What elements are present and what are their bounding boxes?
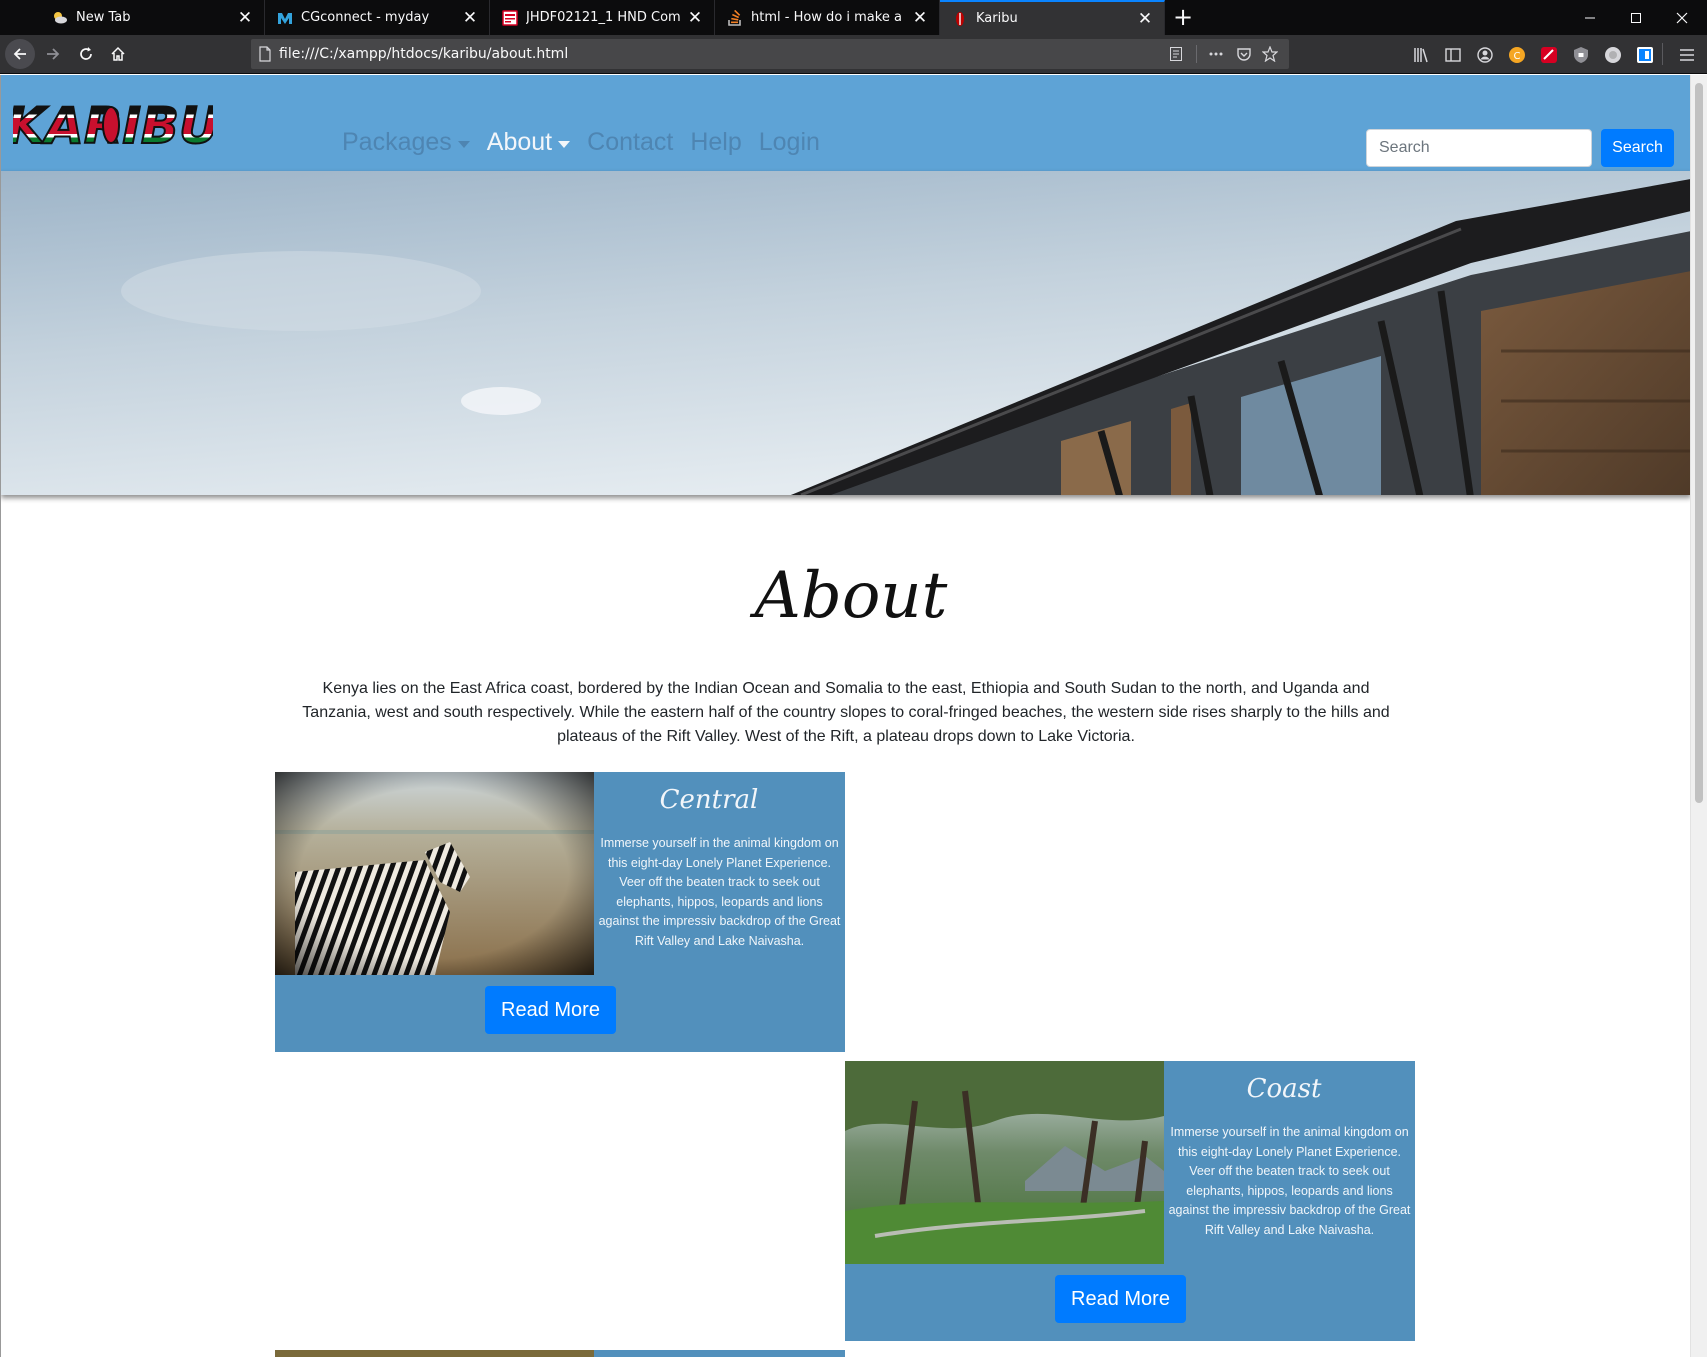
forward-arrow-icon	[47, 48, 60, 60]
maximize-icon	[1631, 12, 1641, 23]
extension-red-icon[interactable]	[1540, 46, 1558, 64]
tab-label: html - How do i make a link wh	[751, 10, 905, 25]
extension-grey-icon[interactable]	[1604, 46, 1622, 64]
menu-hamburger-icon[interactable]	[1678, 46, 1696, 64]
svg-text:Coast: Coast	[1247, 1074, 1322, 1104]
read-more-button[interactable]: Read More	[1055, 1275, 1186, 1323]
card-title: Coast	[1247, 1074, 1322, 1104]
browser-tab-stackoverflow[interactable]: html - How do i make a link wh ✕	[715, 0, 940, 35]
stackoverflow-favicon	[728, 9, 741, 26]
region-card-central: Central Immerse yourself in the animal k…	[275, 772, 845, 1052]
acacia-forest-photo	[845, 1061, 1164, 1264]
maasai-shield-icon	[102, 106, 120, 144]
minimize-button[interactable]	[1567, 0, 1613, 35]
search-button[interactable]: Search	[1601, 129, 1674, 167]
card-title: Central	[660, 785, 759, 815]
browser-tab-new-tab[interactable]: New Tab ✕	[40, 0, 265, 35]
browser-tab-cgconnect[interactable]: CGconnect - myday ✕	[265, 0, 490, 35]
menu-packages[interactable]: Packages	[342, 128, 470, 157]
extension-blue-icon[interactable]	[1636, 46, 1654, 64]
maximize-button[interactable]	[1613, 0, 1659, 35]
close-icon[interactable]: ✕	[236, 9, 254, 27]
new-tab-button[interactable]: +	[1170, 4, 1196, 30]
url-bar[interactable]: file:///C:/xampp/htdocs/karibu/about.htm…	[251, 39, 1289, 69]
browser-navigation-bar: file:///C:/xampp/htdocs/karibu/about.htm…	[0, 35, 1707, 74]
svg-text:C: C	[1514, 51, 1521, 62]
forward-button[interactable]	[38, 39, 68, 69]
region-card-partial	[275, 1350, 845, 1357]
toolbar-divider	[1662, 43, 1663, 65]
close-icon	[1676, 12, 1688, 23]
svg-text:About: About	[750, 559, 948, 633]
library-icon[interactable]	[1412, 46, 1430, 64]
page-actions-icon[interactable]	[1208, 46, 1224, 62]
search-input[interactable]	[1366, 129, 1592, 167]
menu-login[interactable]: Login	[759, 128, 820, 157]
zebra-photo	[275, 772, 594, 975]
dropdown-caret-icon	[558, 140, 571, 148]
account-icon[interactable]	[1476, 46, 1494, 64]
back-arrow-icon	[13, 48, 26, 60]
hero-image	[1, 171, 1690, 495]
tab-label: JHDF02121_1 HND Computing	[526, 10, 680, 25]
url-text: file:///C:/xampp/htdocs/karibu/about.htm…	[279, 46, 569, 62]
close-icon[interactable]: ✕	[1136, 10, 1154, 28]
karibu-favicon	[956, 11, 964, 26]
cgconnect-favicon	[278, 12, 292, 24]
menu-contact[interactable]: Contact	[587, 128, 673, 157]
tab-label: New Tab	[76, 10, 131, 25]
home-icon	[111, 46, 125, 61]
about-intro-text: Kenya lies on the East Africa coast, bor…	[302, 680, 1390, 745]
new-tab-favicon	[54, 11, 67, 23]
reader-view-icon[interactable]	[1168, 46, 1184, 62]
window-close-button[interactable]	[1659, 0, 1705, 35]
main-menu: Packages About Contact Help Login	[342, 128, 820, 157]
home-button[interactable]	[103, 39, 133, 69]
menu-about[interactable]: About	[487, 128, 571, 157]
page-scrollbar[interactable]	[1690, 75, 1707, 1357]
back-button[interactable]	[5, 39, 35, 69]
close-icon[interactable]: ✕	[461, 9, 479, 27]
about-heading: About	[750, 559, 948, 633]
dropdown-caret-icon	[457, 140, 470, 148]
shield-icon[interactable]	[1572, 46, 1590, 64]
reload-button[interactable]	[71, 39, 101, 69]
tab-label: Karibu	[976, 11, 1018, 26]
browser-tab-karibu[interactable]: Karibu ✕	[940, 0, 1165, 35]
urlbar-divider	[1196, 45, 1197, 63]
reload-icon	[80, 47, 92, 60]
page-viewport: KARIBU Packages About Contact Help Login…	[0, 75, 1690, 1357]
browser-tab-bar: New Tab ✕ CGconnect - myday ✕ JHDF02121_…	[0, 0, 1707, 35]
bookmark-star-icon[interactable]	[1262, 46, 1278, 62]
card-photo-partial	[275, 1350, 594, 1357]
page-icon	[259, 46, 271, 62]
sidebar-icon[interactable]	[1444, 46, 1462, 64]
pdf-favicon	[502, 9, 518, 26]
tab-label: CGconnect - myday	[301, 10, 430, 25]
karibu-logo[interactable]: KARIBU	[13, 95, 213, 151]
pocket-icon[interactable]	[1236, 46, 1252, 62]
svg-text:Central: Central	[660, 785, 759, 815]
region-card-coast: Coast Immerse yourself in the animal kin…	[845, 1061, 1415, 1341]
close-icon[interactable]: ✕	[686, 9, 704, 27]
site-navbar: KARIBU Packages About Contact Help Login…	[1, 75, 1690, 171]
card-description: Immerse yourself in the animal kingdom o…	[598, 836, 841, 948]
extension-honey-icon[interactable]: C	[1508, 46, 1526, 64]
browser-tab-pdf[interactable]: JHDF02121_1 HND Computing ✕	[490, 0, 715, 35]
read-more-button[interactable]: Read More	[485, 986, 616, 1034]
minimize-icon	[1585, 17, 1595, 18]
menu-help[interactable]: Help	[690, 128, 741, 157]
scrollbar-thumb[interactable]	[1695, 83, 1703, 803]
close-icon[interactable]: ✕	[911, 9, 929, 27]
card-description: Immerse yourself in the animal kingdom o…	[1168, 1125, 1411, 1237]
